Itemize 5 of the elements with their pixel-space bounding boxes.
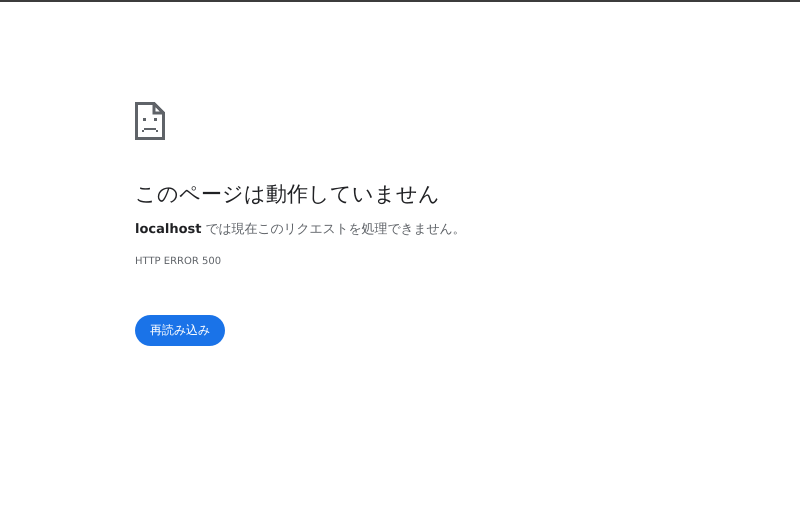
error-title: このページは動作していません (135, 181, 440, 208)
error-message: localhost では現在このリクエストを処理できません。 (135, 221, 466, 239)
error-code: HTTP ERROR 500 (135, 254, 222, 268)
reload-button[interactable]: 再読み込み (135, 314, 225, 346)
sad-page-icon (135, 102, 165, 140)
